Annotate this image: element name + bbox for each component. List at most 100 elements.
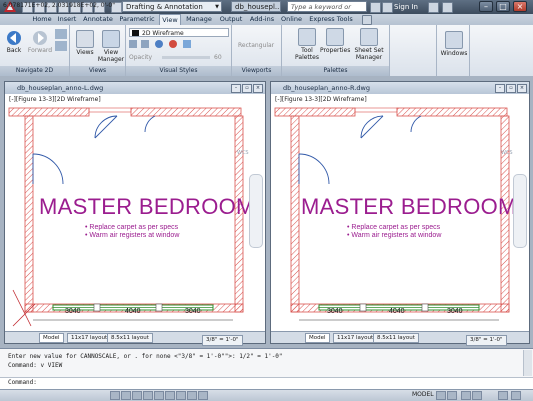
command-scrollbar[interactable] [523, 350, 532, 376]
minimize-icon[interactable]: – [495, 84, 505, 93]
chevron-down-icon: ▼ [215, 4, 219, 10]
exchange-icon[interactable] [428, 2, 439, 13]
visual-style-dropdown[interactable]: 2D Wireframe [129, 28, 229, 37]
sign-in-link[interactable]: Sign In [394, 0, 418, 14]
tool-palettes-label: Tool Palettes [295, 47, 319, 61]
room-label: MASTER BEDROOM [39, 194, 255, 219]
tool-palettes-button[interactable]: Tool Palettes [294, 28, 320, 61]
wcs-label[interactable]: WCS [501, 150, 513, 156]
tab-manage[interactable]: Manage [183, 14, 215, 25]
panel-title-palettes: Palettes [282, 66, 389, 76]
rectangular-dropdown[interactable]: Rectangular [238, 41, 274, 50]
views-label: Views [76, 49, 94, 56]
dyn-icon[interactable] [187, 391, 197, 400]
sheet-set-manager-button[interactable]: Sheet Set Manager [352, 28, 386, 61]
face-icon[interactable] [141, 40, 149, 48]
drawing-window-left[interactable]: db_houseplan_anno-L.dwg – ▫ × [-][Figure… [4, 81, 266, 344]
otrack-icon[interactable] [165, 391, 175, 400]
polar-icon[interactable] [143, 391, 153, 400]
properties-button[interactable]: Properties [320, 28, 350, 54]
ducs-icon[interactable] [176, 391, 186, 400]
dimension-text: 3040 [327, 308, 343, 315]
tab-11x17-layout[interactable]: 11x17 layout [333, 333, 378, 343]
coordinates-readout[interactable]: 6.078171E+02, 2.031918E+02, 0'-0" [3, 1, 115, 10]
grid-icon[interactable] [121, 391, 131, 400]
sphere-icon[interactable] [155, 40, 163, 48]
opacity-label: Opacity [129, 54, 153, 61]
note-line-1: • Replace carpet as per specs [347, 224, 441, 231]
edge-icon[interactable] [129, 40, 137, 48]
forward-arrow-icon [32, 30, 48, 46]
room-label: MASTER BEDROOM [301, 194, 517, 219]
help-icon[interactable] [442, 2, 453, 13]
minimize-button[interactable]: – [479, 1, 493, 12]
workspace-switch-icon[interactable] [461, 391, 471, 400]
navigation-bar[interactable] [249, 174, 263, 248]
search-input[interactable]: Type a keyword or phrase [287, 1, 367, 21]
minimize-icon[interactable]: – [231, 84, 241, 93]
tab-annotate[interactable]: Annotate [81, 14, 115, 25]
tab-online[interactable]: Online [279, 14, 304, 25]
tab-home[interactable]: Home [31, 14, 53, 25]
tab-11x17-layout[interactable]: 11x17 layout [67, 333, 112, 343]
ortho-icon[interactable] [132, 391, 142, 400]
workspace-dropdown[interactable]: Drafting & Annotation ▼ [122, 1, 222, 12]
maximize-button[interactable]: □ [496, 1, 510, 12]
note-line-2: • Warm air registers at window [347, 232, 442, 239]
osnap-icon[interactable] [154, 391, 164, 400]
visual-style-tools [129, 40, 229, 50]
tab-model[interactable]: Model [305, 333, 330, 343]
model-toggle[interactable]: MODEL [412, 390, 434, 399]
pan-icon[interactable] [55, 29, 67, 39]
close-icon[interactable]: × [517, 84, 527, 93]
forward-label: Forward [27, 47, 53, 54]
properties-icon [326, 28, 344, 46]
restore-icon[interactable]: ▫ [506, 84, 516, 93]
search-icon[interactable] [370, 2, 381, 13]
user-icon [382, 2, 393, 13]
clean-screen-icon[interactable] [511, 391, 521, 400]
wcs-label[interactable]: WCS [237, 150, 249, 156]
command-input[interactable] [0, 377, 533, 389]
tab-output[interactable]: Output [217, 14, 245, 25]
tab-85x11-layout[interactable]: 8.5x11 layout [373, 333, 419, 343]
zoom-icon[interactable] [55, 41, 67, 51]
ribbon-minimize-icon[interactable] [362, 15, 372, 25]
tab-model[interactable]: Model [39, 333, 64, 343]
view-manager-icon [102, 30, 120, 48]
annotation-scale-right[interactable]: 3/8" = 1'-0" [466, 335, 507, 346]
status-menu-icon[interactable] [498, 391, 508, 400]
windows-button[interactable]: Windows [439, 31, 469, 57]
opacity-slider[interactable] [162, 56, 210, 59]
forward-button[interactable]: Forward [26, 30, 54, 54]
tab-view[interactable]: View [159, 14, 181, 25]
panel-title-viewports: Viewports [232, 66, 281, 76]
quick-view-drawings-icon[interactable] [447, 391, 457, 400]
back-arrow-icon [6, 30, 22, 46]
windows-icon [445, 31, 463, 49]
drawing-window-right[interactable]: db_houseplan_anno-R.dwg – ▫ × [-][Figure… [270, 81, 530, 344]
panel-navigate-2d: Back Forward Navigate 2D [0, 25, 70, 76]
close-button[interactable]: × [513, 1, 527, 12]
restore-icon[interactable]: ▫ [242, 84, 252, 93]
navigation-bar[interactable] [513, 174, 527, 248]
quick-view-layouts-icon[interactable] [436, 391, 446, 400]
command-history-line: Command: v VIEW [8, 362, 63, 369]
dimension-text: 3040 [185, 308, 201, 315]
back-button[interactable]: Back [3, 30, 25, 54]
annotation-scale-left[interactable]: 3/8" = 1'-0" [202, 335, 243, 346]
tab-add-ins[interactable]: Add-ins [247, 14, 277, 25]
tab-85x11-layout[interactable]: 8.5x11 layout [107, 333, 153, 343]
view-manager-button[interactable]: View Manager [97, 30, 125, 63]
close-icon[interactable]: × [253, 84, 263, 93]
views-dropdown[interactable]: Views [73, 30, 97, 56]
tab-insert[interactable]: Insert [55, 14, 79, 25]
command-history-line: Enter new value for CANNOSCALE, or . for… [8, 353, 283, 360]
tab-parametric[interactable]: Parametric [117, 14, 157, 25]
snap-icon[interactable] [110, 391, 120, 400]
lineweight-icon[interactable] [198, 391, 208, 400]
color-icon[interactable] [169, 40, 177, 48]
tab-express-tools[interactable]: Express Tools [306, 14, 356, 25]
shadow-icon[interactable] [183, 40, 191, 48]
lock-icon[interactable] [472, 391, 482, 400]
